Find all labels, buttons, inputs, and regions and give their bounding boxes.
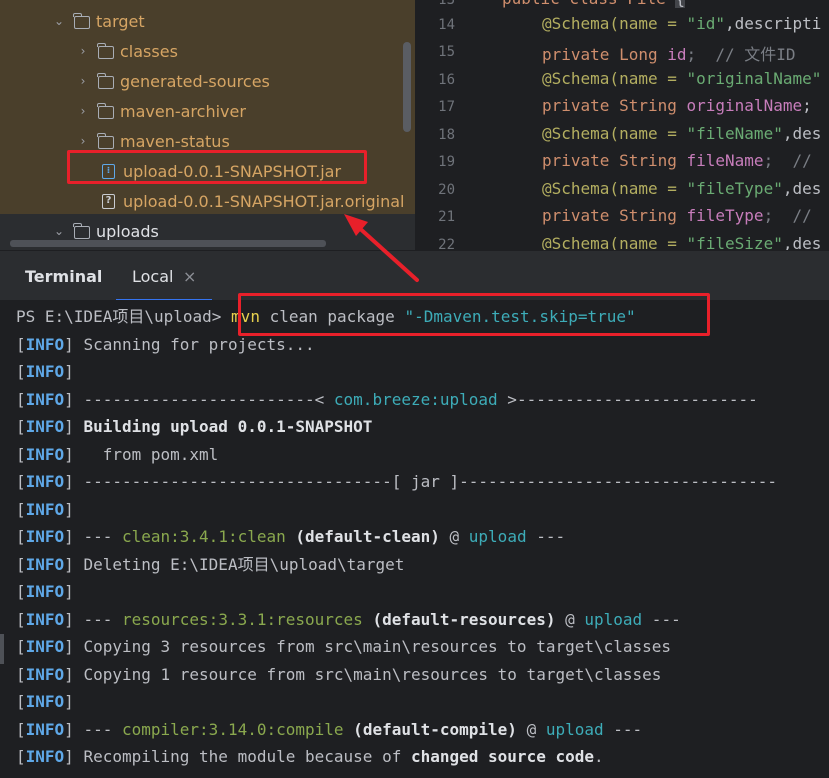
- folder-icon: [73, 222, 90, 239]
- line-number: 14: [438, 17, 455, 33]
- folder-icon: [73, 12, 90, 29]
- terminal-line: [INFO] Copying 1 resource from src\main\…: [16, 665, 662, 684]
- line-number: 19: [438, 154, 455, 170]
- chevron-down-icon[interactable]: ⌄: [52, 224, 66, 238]
- chevron-down-icon[interactable]: ⌄: [52, 14, 66, 28]
- tree-vertical-scrollbar[interactable]: [403, 42, 411, 132]
- terminal-line: [INFO] Scanning for projects...: [16, 335, 315, 354]
- terminal-line: [INFO] Building upload 0.0.1-SNAPSHOT: [16, 417, 373, 436]
- terminal-line: [INFO] ------------------------< com.bre…: [16, 390, 758, 409]
- terminal-line: [INFO]: [16, 582, 74, 601]
- code-line: private String fileType; //: [542, 206, 812, 225]
- code-line: private Long id; // 文件ID: [542, 45, 796, 64]
- line-number: 22: [438, 237, 455, 250]
- terminal-line: [INFO] Deleting E:\IDEA项目\upload\target: [16, 555, 405, 574]
- tab-local[interactable]: Local: [132, 267, 173, 286]
- chevron-right-icon[interactable]: ›: [76, 44, 90, 58]
- terminal-line: [INFO] --- resources:3.3.1:resources (de…: [16, 610, 681, 629]
- terminal-line: [INFO] --------------------------------[…: [16, 472, 778, 491]
- chevron-right-icon[interactable]: ›: [76, 74, 90, 88]
- folder-icon: [97, 102, 114, 119]
- terminal-line: [INFO]: [16, 500, 74, 519]
- terminal-line: [INFO]: [16, 692, 74, 711]
- line-number: 20: [438, 182, 455, 198]
- line-number: 13: [438, 0, 455, 8]
- tree-item-jar-original-file[interactable]: ? upload-0.0.1-SNAPSHOT.jar.original: [102, 186, 404, 216]
- tree-item-classes[interactable]: › classes: [76, 36, 178, 66]
- tree-item-label: classes: [120, 41, 178, 61]
- code-line: @Schema(name = "fileType",des: [542, 179, 822, 198]
- terminal-gutter-marker: [0, 634, 4, 664]
- line-number: 17: [438, 99, 455, 115]
- terminal-line: [INFO] from pom.xml: [16, 445, 219, 464]
- folder-icon: [97, 72, 114, 89]
- tree-item-target[interactable]: ⌄ target: [52, 6, 145, 36]
- folder-icon: [97, 42, 114, 59]
- line-number: 21: [438, 209, 455, 225]
- tree-item-label: generated-sources: [120, 71, 270, 91]
- annotation-box-command: [238, 293, 710, 336]
- terminal-line: [INFO]: [16, 362, 74, 381]
- code-line: @Schema(name = "fileSize",des: [542, 234, 822, 250]
- tree-item-label: upload-0.0.1-SNAPSHOT.jar.original: [123, 191, 405, 211]
- code-line: private String originalName;: [542, 96, 812, 115]
- line-number: 16: [438, 72, 455, 88]
- line-number: 18: [438, 127, 455, 143]
- terminal-title: Terminal: [25, 267, 103, 286]
- code-line: private String fileName; //: [542, 151, 812, 170]
- tree-item-label: maven-status: [120, 131, 230, 151]
- project-tree: ⌄ target › classes › generated-sources ›…: [0, 0, 415, 250]
- terminal-output[interactable]: PS E:\IDEA项目\upload> mvn clean package "…: [0, 300, 829, 778]
- tree-item-label: maven-archiver: [120, 101, 246, 121]
- tree-horizontal-scrollbar[interactable]: [10, 240, 326, 247]
- unknown-file-icon: ?: [102, 193, 115, 209]
- close-icon[interactable]: ×: [183, 267, 196, 286]
- terminal-line: [INFO] Copying 3 resources from src\main…: [16, 637, 672, 656]
- terminal-line: [INFO] --- clean:3.4.1:clean (default-cl…: [16, 527, 566, 546]
- annotation-box-jar: [67, 150, 367, 184]
- chevron-right-icon[interactable]: ›: [76, 104, 90, 118]
- code-line: public class File {: [502, 0, 686, 8]
- code-line: @Schema(name = "fileName",des: [542, 124, 822, 143]
- terminal-line: [INFO] --- compiler:3.14.0:compile (defa…: [16, 720, 643, 739]
- code-editor[interactable]: 13 14 15 16 17 18 19 20 21 22 public cla…: [415, 0, 829, 250]
- terminal-line: [INFO] Recompiling the module because of…: [16, 747, 604, 766]
- tree-item-label: target: [96, 11, 145, 31]
- tree-item-generated-sources[interactable]: › generated-sources: [76, 66, 270, 96]
- line-number: 15: [438, 44, 455, 60]
- code-line: @Schema(name = "originalName": [542, 69, 822, 88]
- tree-item-label: uploads: [96, 221, 159, 241]
- code-line: @Schema(name = "id",descripti: [542, 14, 822, 33]
- chevron-right-icon[interactable]: ›: [76, 134, 90, 148]
- tree-item-maven-archiver[interactable]: › maven-archiver: [76, 96, 246, 126]
- folder-icon: [97, 132, 114, 149]
